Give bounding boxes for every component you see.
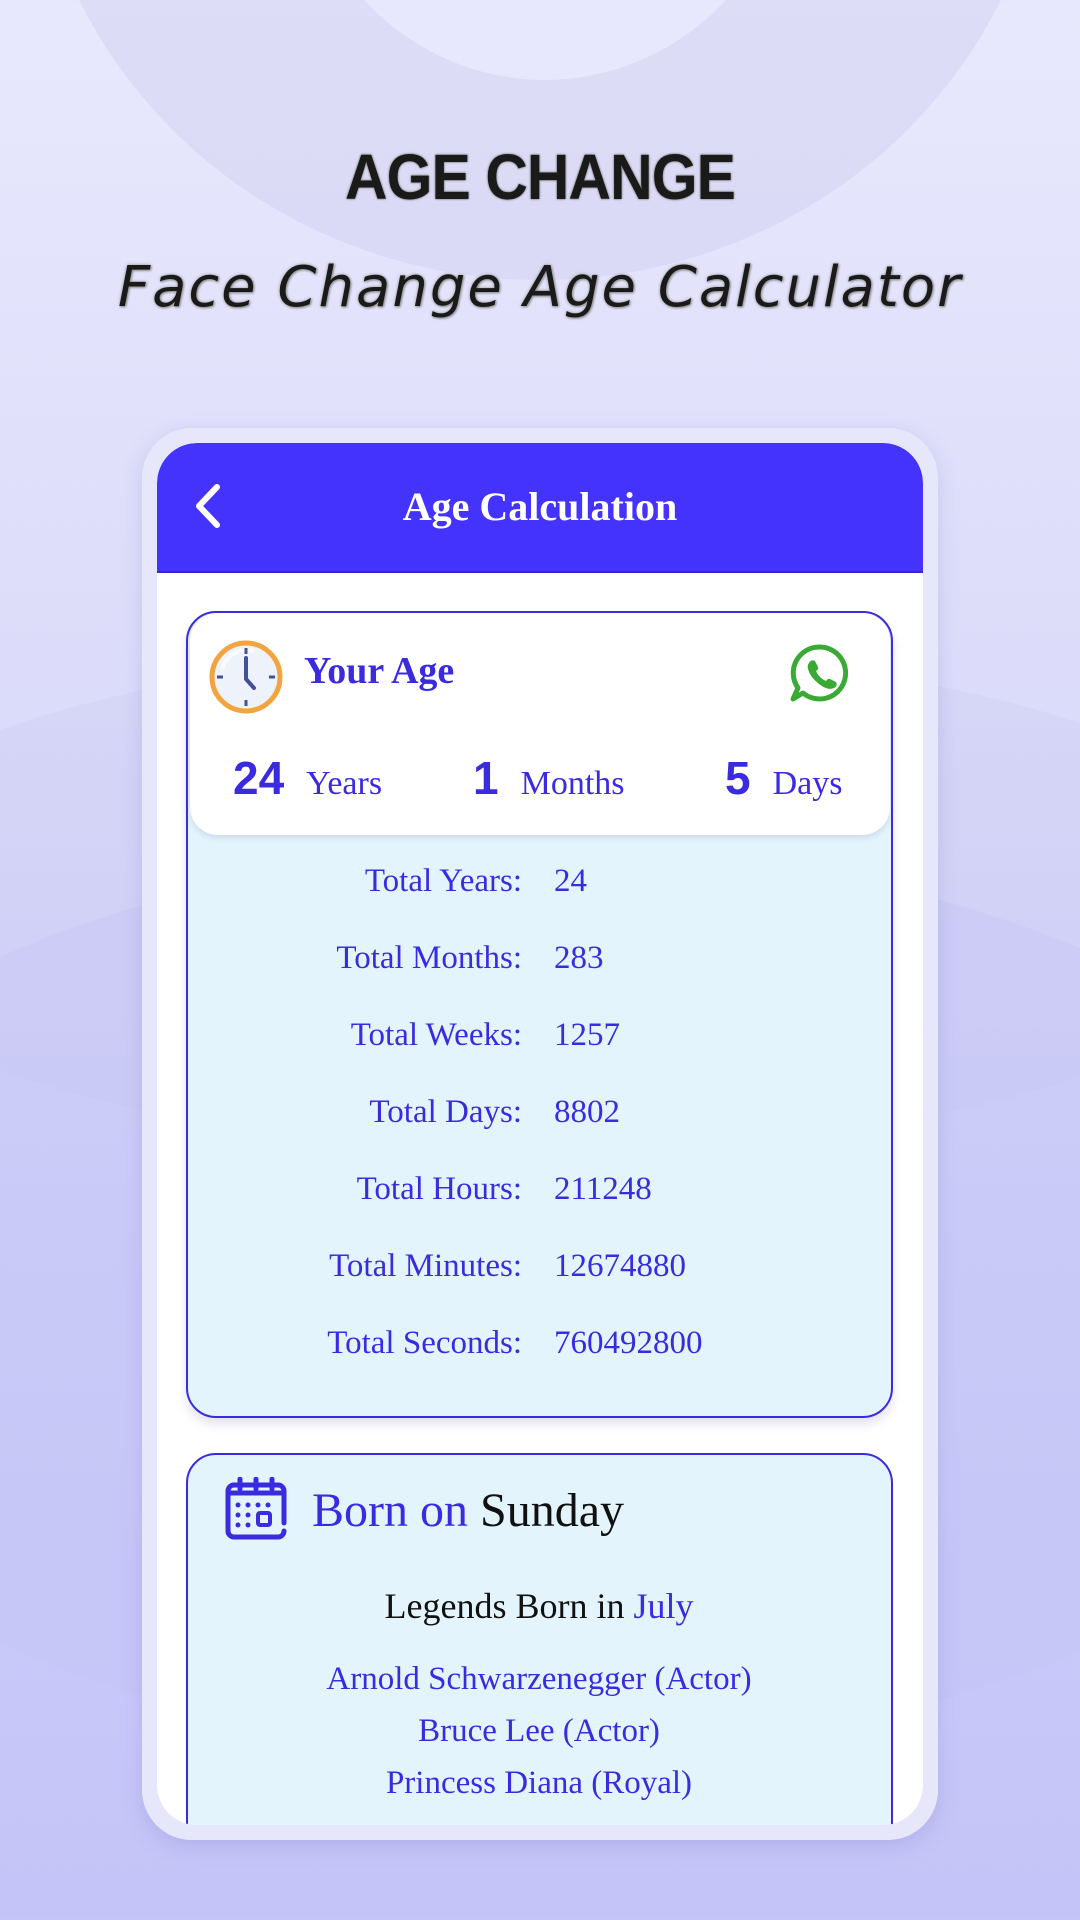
born-prefix: Born on <box>312 1484 480 1537</box>
legend-item: Arnold Schwarzenegger (Actor) <box>326 1661 752 1697</box>
age-summary: Your Age 24 Years 1 Months 5 Days <box>190 613 890 835</box>
total-row: Total Hours: 211248 <box>188 1171 888 1231</box>
days-unit: Days <box>772 765 843 802</box>
total-label: Total Hours: <box>356 1171 522 1207</box>
total-label: Total Weeks: <box>350 1017 522 1053</box>
total-label: Total Minutes: <box>329 1248 522 1284</box>
total-row: Total Months: 283 <box>188 940 888 1000</box>
years-value: 24 <box>233 752 285 804</box>
your-age-heading: Your Age <box>304 650 455 692</box>
months-value: 1 <box>473 752 499 804</box>
app-bar: Age Calculation <box>157 443 923 573</box>
age-months: 1 Months <box>473 751 625 805</box>
months-unit: Months <box>520 765 625 802</box>
born-card: Born on Sunday Legends Born in July Arno… <box>186 1453 893 1825</box>
total-value: 8802 <box>554 1094 620 1130</box>
legends-heading: Legends Born in July <box>188 1585 890 1627</box>
app-screen: Age Calculation Your Age 24 Years 1 Mont… <box>157 443 923 1825</box>
years-unit: Years <box>306 765 383 802</box>
days-value: 5 <box>725 752 751 804</box>
legend-item: Princess Diana (Royal) <box>385 1765 693 1801</box>
total-value: 760492800 <box>554 1325 703 1361</box>
calendar-icon <box>225 1477 287 1540</box>
total-value: 283 <box>554 940 604 976</box>
clock-icon <box>209 640 283 714</box>
whatsapp-icon[interactable] <box>787 641 853 707</box>
promo-title: AGE CHANGE <box>345 141 736 213</box>
total-label: Total Days: <box>369 1094 522 1130</box>
age-years: 24 Years <box>233 751 382 805</box>
promo-subtitle: Face Change Age Calculator <box>117 255 963 320</box>
total-row: Total Minutes: 12674880 <box>188 1248 888 1308</box>
age-days: 5 Days <box>725 751 842 805</box>
total-row: Total Years: 24 <box>188 863 888 923</box>
total-label: Total Seconds: <box>327 1325 522 1361</box>
total-value: 12674880 <box>554 1248 686 1284</box>
total-value: 1257 <box>554 1017 620 1053</box>
total-row: Total Days: 8802 <box>188 1094 888 1154</box>
total-row: Total Weeks: 1257 <box>188 1017 888 1077</box>
total-label: Total Months: <box>336 940 522 976</box>
total-row: Total Seconds: 760492800 <box>188 1325 888 1385</box>
legend-item: Bruce Lee (Actor) <box>418 1713 660 1749</box>
total-label: Total Years: <box>364 863 522 899</box>
total-value: 211248 <box>554 1171 652 1207</box>
total-value: 24 <box>554 863 587 899</box>
page-title: Age Calculation <box>402 484 678 529</box>
legends-month: July <box>633 1586 694 1626</box>
born-day: Sunday <box>480 1484 624 1537</box>
legends-prefix: Legends Born in <box>384 1586 634 1626</box>
age-card: Your Age 24 Years 1 Months 5 Days Total … <box>186 611 893 1418</box>
born-on-day: Born on Sunday <box>312 1483 624 1538</box>
